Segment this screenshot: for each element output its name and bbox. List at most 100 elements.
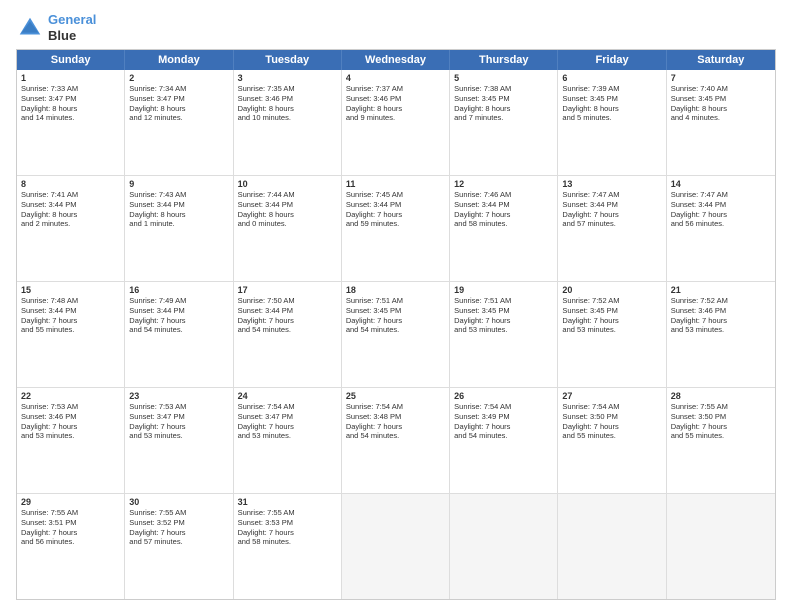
- cell-info-line: and 53 minutes.: [21, 431, 120, 441]
- cell-info-line: Sunset: 3:45 PM: [454, 306, 553, 316]
- cell-info-line: and 53 minutes.: [129, 431, 228, 441]
- cell-info-line: Daylight: 8 hours: [21, 210, 120, 220]
- calendar-cell: 22Sunrise: 7:53 AMSunset: 3:46 PMDayligh…: [17, 388, 125, 493]
- cell-info-line: and 58 minutes.: [454, 219, 553, 229]
- cell-info-line: Sunrise: 7:47 AM: [671, 190, 771, 200]
- calendar-cell: 8Sunrise: 7:41 AMSunset: 3:44 PMDaylight…: [17, 176, 125, 281]
- cell-info-line: Daylight: 7 hours: [129, 528, 228, 538]
- cell-info-line: Sunrise: 7:54 AM: [346, 402, 445, 412]
- cell-info-line: Daylight: 8 hours: [671, 104, 771, 114]
- day-number: 28: [671, 391, 771, 401]
- cell-info-line: Sunset: 3:46 PM: [21, 412, 120, 422]
- calendar-cell: 6Sunrise: 7:39 AMSunset: 3:45 PMDaylight…: [558, 70, 666, 175]
- cell-info-line: and 59 minutes.: [346, 219, 445, 229]
- day-number: 3: [238, 73, 337, 83]
- cell-info-line: and 53 minutes.: [238, 431, 337, 441]
- calendar-row: 29Sunrise: 7:55 AMSunset: 3:51 PMDayligh…: [17, 493, 775, 599]
- calendar-row: 15Sunrise: 7:48 AMSunset: 3:44 PMDayligh…: [17, 281, 775, 387]
- calendar-row: 22Sunrise: 7:53 AMSunset: 3:46 PMDayligh…: [17, 387, 775, 493]
- day-number: 11: [346, 179, 445, 189]
- cell-info-line: Daylight: 7 hours: [671, 316, 771, 326]
- cell-info-line: Sunset: 3:45 PM: [454, 94, 553, 104]
- cell-info-line: Daylight: 7 hours: [238, 316, 337, 326]
- logo-text: General Blue: [48, 12, 96, 43]
- cell-info-line: and 55 minutes.: [21, 325, 120, 335]
- cell-info-line: Sunrise: 7:33 AM: [21, 84, 120, 94]
- cell-info-line: and 54 minutes.: [346, 325, 445, 335]
- cell-info-line: Sunset: 3:44 PM: [346, 200, 445, 210]
- day-number: 18: [346, 285, 445, 295]
- cell-info-line: and 54 minutes.: [129, 325, 228, 335]
- calendar-cell: [667, 494, 775, 599]
- logo-icon: [16, 14, 44, 42]
- calendar-cell: 26Sunrise: 7:54 AMSunset: 3:49 PMDayligh…: [450, 388, 558, 493]
- cell-info-line: Daylight: 7 hours: [671, 210, 771, 220]
- cell-info-line: Daylight: 7 hours: [346, 422, 445, 432]
- cell-info-line: Daylight: 8 hours: [129, 104, 228, 114]
- cell-info-line: Sunrise: 7:53 AM: [129, 402, 228, 412]
- cell-info-line: Sunrise: 7:49 AM: [129, 296, 228, 306]
- day-number: 2: [129, 73, 228, 83]
- calendar-cell: 25Sunrise: 7:54 AMSunset: 3:48 PMDayligh…: [342, 388, 450, 493]
- calendar-cell: 24Sunrise: 7:54 AMSunset: 3:47 PMDayligh…: [234, 388, 342, 493]
- cell-info-line: and 2 minutes.: [21, 219, 120, 229]
- cell-info-line: Sunrise: 7:51 AM: [346, 296, 445, 306]
- calendar-cell: 14Sunrise: 7:47 AMSunset: 3:44 PMDayligh…: [667, 176, 775, 281]
- cell-info-line: Sunset: 3:47 PM: [129, 412, 228, 422]
- weekday-header: Friday: [558, 50, 666, 70]
- cell-info-line: Sunset: 3:44 PM: [671, 200, 771, 210]
- day-number: 27: [562, 391, 661, 401]
- cell-info-line: Sunset: 3:45 PM: [562, 306, 661, 316]
- day-number: 29: [21, 497, 120, 507]
- cell-info-line: Sunrise: 7:37 AM: [346, 84, 445, 94]
- cell-info-line: Sunset: 3:44 PM: [129, 200, 228, 210]
- calendar-cell: 9Sunrise: 7:43 AMSunset: 3:44 PMDaylight…: [125, 176, 233, 281]
- cell-info-line: Sunrise: 7:34 AM: [129, 84, 228, 94]
- cell-info-line: Daylight: 8 hours: [129, 210, 228, 220]
- calendar-cell: 23Sunrise: 7:53 AMSunset: 3:47 PMDayligh…: [125, 388, 233, 493]
- cell-info-line: Daylight: 7 hours: [238, 528, 337, 538]
- weekday-header: Sunday: [17, 50, 125, 70]
- calendar-cell: 12Sunrise: 7:46 AMSunset: 3:44 PMDayligh…: [450, 176, 558, 281]
- cell-info-line: and 55 minutes.: [671, 431, 771, 441]
- cell-info-line: Sunset: 3:44 PM: [238, 200, 337, 210]
- cell-info-line: Sunrise: 7:55 AM: [129, 508, 228, 518]
- day-number: 13: [562, 179, 661, 189]
- cell-info-line: Daylight: 8 hours: [21, 104, 120, 114]
- day-number: 5: [454, 73, 553, 83]
- calendar-cell: 10Sunrise: 7:44 AMSunset: 3:44 PMDayligh…: [234, 176, 342, 281]
- cell-info-line: Daylight: 8 hours: [562, 104, 661, 114]
- cell-info-line: and 1 minute.: [129, 219, 228, 229]
- cell-info-line: Sunrise: 7:40 AM: [671, 84, 771, 94]
- cell-info-line: and 4 minutes.: [671, 113, 771, 123]
- cell-info-line: Sunrise: 7:41 AM: [21, 190, 120, 200]
- cell-info-line: Daylight: 7 hours: [21, 316, 120, 326]
- cell-info-line: Daylight: 7 hours: [21, 528, 120, 538]
- cell-info-line: Sunset: 3:44 PM: [454, 200, 553, 210]
- day-number: 14: [671, 179, 771, 189]
- cell-info-line: and 9 minutes.: [346, 113, 445, 123]
- cell-info-line: and 0 minutes.: [238, 219, 337, 229]
- calendar-cell: 7Sunrise: 7:40 AMSunset: 3:45 PMDaylight…: [667, 70, 775, 175]
- weekday-header: Saturday: [667, 50, 775, 70]
- calendar-cell: 19Sunrise: 7:51 AMSunset: 3:45 PMDayligh…: [450, 282, 558, 387]
- cell-info-line: Sunrise: 7:54 AM: [562, 402, 661, 412]
- calendar-cell: 31Sunrise: 7:55 AMSunset: 3:53 PMDayligh…: [234, 494, 342, 599]
- day-number: 8: [21, 179, 120, 189]
- calendar-cell: 2Sunrise: 7:34 AMSunset: 3:47 PMDaylight…: [125, 70, 233, 175]
- cell-info-line: Daylight: 7 hours: [562, 422, 661, 432]
- weekday-header: Tuesday: [234, 50, 342, 70]
- cell-info-line: and 57 minutes.: [562, 219, 661, 229]
- calendar-cell: 11Sunrise: 7:45 AMSunset: 3:44 PMDayligh…: [342, 176, 450, 281]
- cell-info-line: Daylight: 7 hours: [346, 210, 445, 220]
- cell-info-line: and 55 minutes.: [562, 431, 661, 441]
- day-number: 15: [21, 285, 120, 295]
- day-number: 9: [129, 179, 228, 189]
- cell-info-line: Sunset: 3:52 PM: [129, 518, 228, 528]
- calendar-cell: 3Sunrise: 7:35 AMSunset: 3:46 PMDaylight…: [234, 70, 342, 175]
- cell-info-line: Sunrise: 7:46 AM: [454, 190, 553, 200]
- cell-info-line: Sunrise: 7:43 AM: [129, 190, 228, 200]
- cell-info-line: Sunset: 3:44 PM: [562, 200, 661, 210]
- cell-info-line: Sunrise: 7:54 AM: [238, 402, 337, 412]
- cell-info-line: Sunset: 3:45 PM: [671, 94, 771, 104]
